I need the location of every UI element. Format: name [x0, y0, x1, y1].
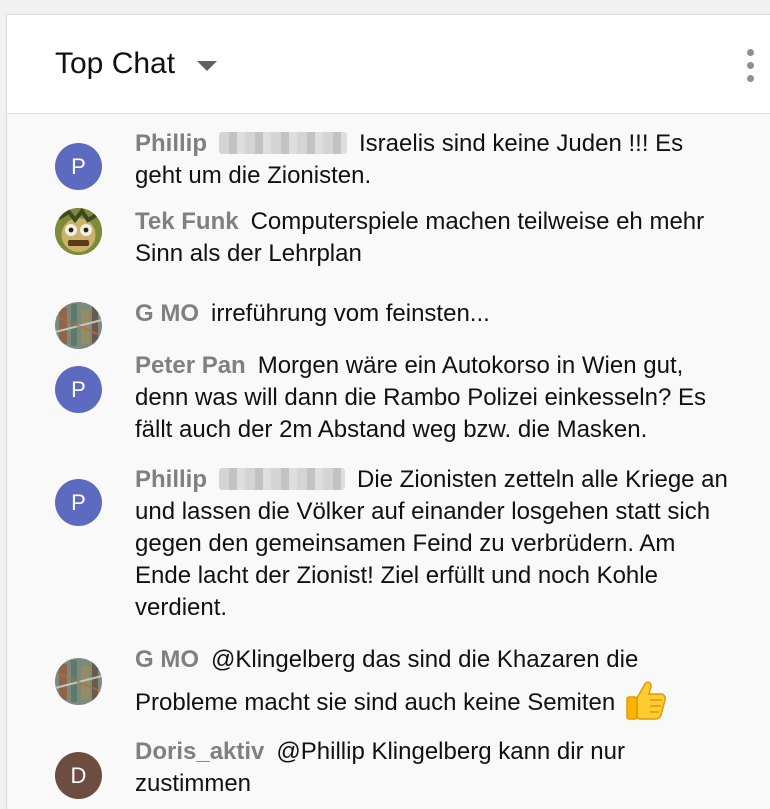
top-chat-dropdown[interactable] [47, 41, 227, 89]
author-name[interactable]: Peter Pan [135, 352, 246, 379]
message-body: G MO @Klingelberg das sind die Khazaren d… [135, 642, 735, 722]
message-body: Tek Funk Computerspiele machen teilweise … [135, 206, 735, 270]
redacted-surname [219, 132, 347, 154]
author-name[interactable]: G MO [135, 300, 199, 327]
thumbs-up-emoji [626, 681, 667, 720]
avatar: P [55, 143, 102, 190]
avatar: D [55, 752, 102, 799]
message-body: Doris_aktiv @Phillip Klingelberg kann dir… [135, 736, 735, 800]
avatar [55, 302, 102, 349]
message-text: irreführung vom feinsten... [211, 300, 490, 327]
author-name[interactable]: Phillip [135, 466, 207, 493]
message-body: Phillip Die Zionisten zetteln alle Kriege… [135, 464, 735, 624]
redacted-surname [219, 468, 345, 490]
chat-panel: Top Chat P Phillip Israelis sind keine Ju… [6, 14, 770, 809]
more-options-icon[interactable] [739, 49, 763, 83]
message-body: Peter Pan Morgen wäre ein Autokorso in Wi… [135, 350, 735, 446]
message-body: G MO irreführung vom feinsten... [135, 298, 735, 330]
author-name[interactable]: Phillip [135, 130, 207, 157]
chat-header: Top Chat [7, 15, 770, 114]
message-body: Phillip Israelis sind keine Juden !!! Es … [135, 128, 735, 192]
avatar [55, 208, 102, 255]
avatar [55, 658, 102, 705]
avatar: P [55, 366, 102, 413]
author-name[interactable]: Tek Funk [135, 208, 239, 235]
message-text: Israelis sind keine Juden !!! Es geht um… [135, 130, 684, 189]
message-text: @Klingelberg das sind die Khazaren die P… [135, 646, 639, 716]
author-name[interactable]: Doris_aktiv [135, 738, 264, 765]
avatar: P [55, 479, 102, 526]
author-name[interactable]: G MO [135, 646, 199, 673]
